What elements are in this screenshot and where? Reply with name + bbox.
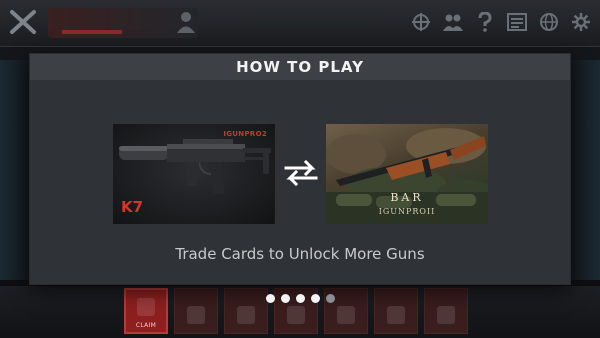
game-screen: CLAIM HOW TO PLAY IGUNPRO2 K7 BAR IGUNPR… <box>0 0 600 338</box>
how-to-play-dialog[interactable]: HOW TO PLAY IGUNPRO2 K7 BAR IGUNPROII Tr… <box>30 54 570 303</box>
nav-item-icon <box>287 306 305 324</box>
card-code-bar: IGUNPROII <box>378 207 436 216</box>
nav-item-icon <box>337 306 355 324</box>
dialog-caption: Trade Cards to Unlock More Guns <box>175 245 425 263</box>
pagination-dot[interactable] <box>280 294 290 303</box>
top-icon-group <box>408 8 594 38</box>
gun-card-bar: BAR IGUNPROII <box>326 124 488 224</box>
dialog-body[interactable]: IGUNPRO2 K7 BAR IGUNPROII Trade Cards to… <box>30 80 570 303</box>
pagination-dot[interactable] <box>310 294 320 303</box>
game-logo-icon[interactable] <box>6 6 40 38</box>
nav-item-icon <box>187 306 205 324</box>
side-panel-right <box>566 60 600 280</box>
top-bar <box>0 0 600 47</box>
pagination-dot[interactable] <box>265 294 275 303</box>
people-icon[interactable] <box>440 8 466 36</box>
player-xp-bar <box>62 30 122 34</box>
nav-item-label: CLAIM <box>135 322 157 329</box>
crosshair-icon[interactable] <box>408 8 434 36</box>
globe-icon[interactable] <box>536 8 562 36</box>
news-icon[interactable] <box>504 8 530 36</box>
dialog-header: HOW TO PLAY <box>30 54 570 80</box>
nav-item-icon <box>237 306 255 324</box>
nav-item-icon <box>387 306 405 324</box>
avatar-icon[interactable] <box>172 8 200 36</box>
help-icon[interactable] <box>472 8 498 36</box>
side-panel-left <box>0 60 34 280</box>
card-name-bar: BAR <box>390 191 424 204</box>
card-code-k7: IGUNPRO2 <box>223 130 267 138</box>
nav-item-icon <box>437 306 455 324</box>
swap-arrows-icon <box>282 160 320 186</box>
gear-icon[interactable] <box>568 8 594 36</box>
gun-card-k7: IGUNPRO2 K7 <box>113 124 275 224</box>
pagination-dot[interactable] <box>325 294 335 303</box>
pagination-dot[interactable] <box>295 294 305 303</box>
pagination-dots <box>30 294 570 303</box>
dialog-title: HOW TO PLAY <box>236 58 364 76</box>
card-name-k7: K7 <box>121 198 144 216</box>
